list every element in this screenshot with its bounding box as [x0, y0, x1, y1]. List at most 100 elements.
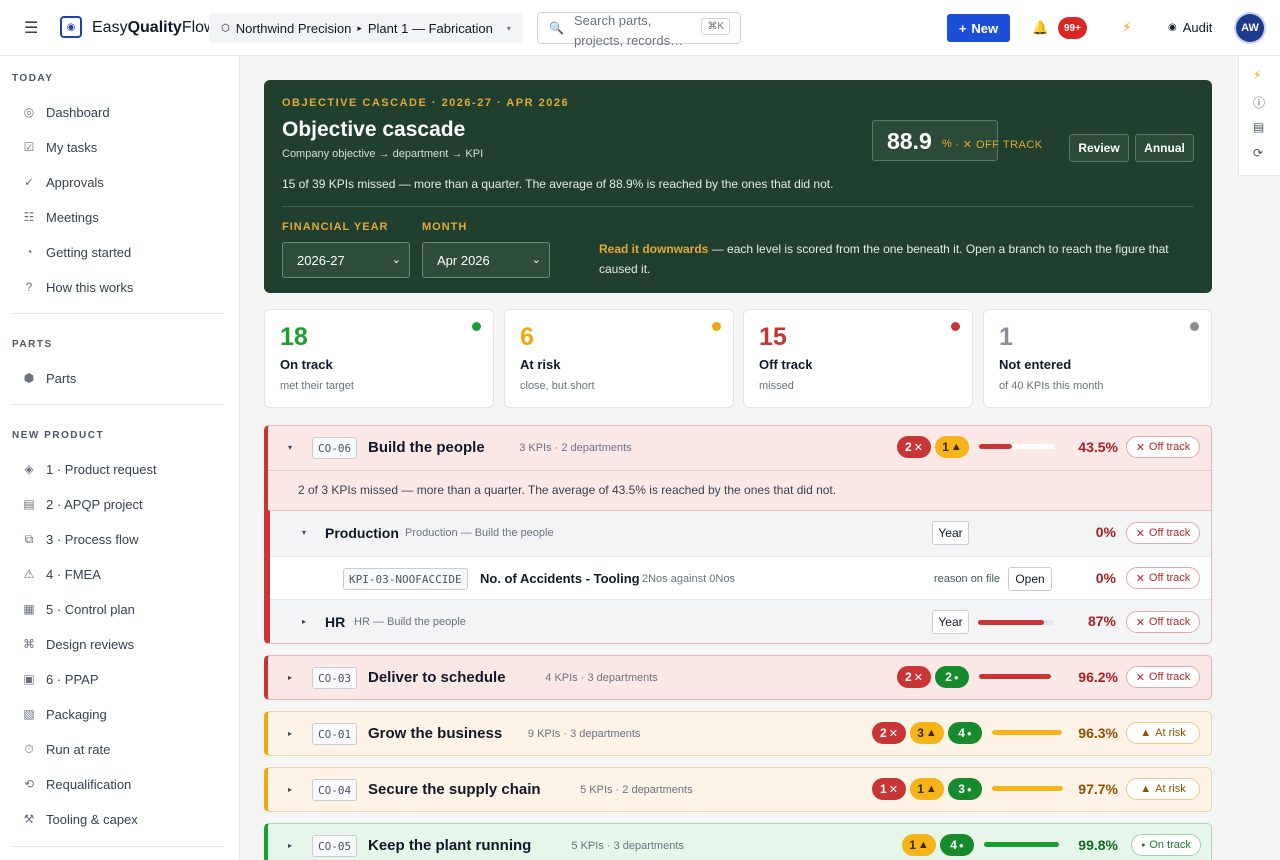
department-percent: 87%	[1087, 613, 1116, 629]
kpi-code: KPI-03-NOOFACCIDE	[343, 568, 468, 590]
summary-card[interactable]: 1 Not entered of 40 KPIs this month	[983, 309, 1212, 408]
search-icon: 🔍	[549, 21, 564, 35]
objective-code: CO-01	[312, 723, 358, 745]
summary-card[interactable]: 6 At risk close, but short	[504, 309, 734, 408]
sidebar-item-4-fmea[interactable]: ⚠ 4 · FMEA	[12, 559, 224, 589]
document-icon[interactable]: ▤	[1253, 120, 1264, 134]
divider	[12, 404, 223, 405]
sidebar-item-packaging[interactable]: ▧ Packaging	[12, 699, 224, 729]
sidebar-item-run-at-rate[interactable]: ⏱ Run at rate	[12, 734, 224, 764]
notification-count-badge[interactable]: 99+	[1058, 17, 1087, 39]
summary-card[interactable]: 18 On track met their target	[264, 309, 494, 408]
sidebar-item-parts[interactable]: ⬢ Parts	[12, 363, 224, 393]
atrisk-count-pill: 3 ▲	[910, 722, 944, 744]
objective-title[interactable]: Secure the supply chain	[368, 781, 541, 798]
department-name[interactable]: Production	[325, 525, 399, 541]
expand-toggle-icon[interactable]: ▾	[288, 443, 292, 452]
kpi-row[interactable]: KPI-03-NOOFACCIDE No. of Accidents - Tool…	[270, 556, 1211, 600]
sidebar-item-my-tasks[interactable]: ☑ My tasks	[12, 132, 224, 162]
lightning-icon[interactable]: ⚡	[1253, 68, 1261, 82]
sidebar-item-label: Approvals	[46, 174, 104, 190]
annual-button[interactable]: Annual	[1135, 134, 1194, 162]
year-button[interactable]: Year	[932, 521, 969, 545]
expand-toggle-icon[interactable]: ▾	[302, 528, 306, 537]
expand-toggle-icon[interactable]: ▸	[302, 617, 306, 626]
kpi-meta: 2Nos against 0Nos	[642, 573, 735, 585]
new-button[interactable]: + New	[947, 14, 1010, 42]
menu-icon[interactable]: ☰	[24, 18, 38, 38]
sidebar-item-1-product-request[interactable]: ◈ 1 · Product request	[12, 454, 224, 484]
expand-toggle-icon[interactable]: ▸	[288, 729, 292, 738]
objective-title[interactable]: Deliver to schedule	[368, 669, 506, 686]
missed-count-pill: 1 ✕	[872, 778, 906, 800]
objective-note: 2 of 3 KPIs missed — more than a quarter…	[298, 483, 837, 497]
status-badge: ● On track	[1131, 834, 1201, 856]
objective-percent: 96.3%	[1078, 725, 1118, 741]
objective-meta: 9 KPIs · 3 departments	[527, 728, 641, 740]
sidebar-item-label: 3 · Process flow	[46, 531, 139, 547]
sidebar-item-2-apqp-project[interactable]: ▤ 2 · APQP project	[12, 489, 224, 519]
sidebar-item-dashboard[interactable]: ◎ Dashboard	[12, 97, 224, 127]
history-icon[interactable]: ⟳	[1253, 146, 1263, 160]
chevron-down-icon: ⌄	[391, 254, 401, 266]
location-icon: ⬡	[221, 22, 230, 34]
divider	[12, 846, 223, 847]
sidebar-item-label: Design reviews	[46, 636, 135, 652]
financial-year-select[interactable]: 2026-27 ⌄	[282, 242, 410, 278]
search-input[interactable]: 🔍 Search parts, projects, records… ⌘K	[537, 12, 741, 48]
department-percent: 0%	[1095, 524, 1116, 540]
progress-bar-fill	[979, 674, 1051, 679]
sidebar-item-getting-started[interactable]: ◔ Getting started	[12, 237, 224, 267]
review-button[interactable]: Review	[1069, 134, 1129, 162]
sidebar-item-label: Requalification	[46, 776, 132, 792]
expand-toggle-icon[interactable]: ▸	[288, 841, 292, 850]
lightning-icon[interactable]: ⚡	[1122, 19, 1132, 36]
sidebar-item-tooling-capex[interactable]: ⚒ Tooling & capex	[12, 804, 224, 834]
sidebar-item-3-process-flow[interactable]: ⧉ 3 · Process flow	[12, 524, 224, 554]
right-rail: ⚡ ⓘ ▤ ⟳	[1238, 56, 1280, 176]
top-bar: ☰ ◉ Easy Quality Flow ⬡ Northwind Precisio…	[0, 0, 1280, 56]
info-icon[interactable]: ⓘ	[1253, 94, 1265, 111]
bell-icon[interactable]: 🔔	[1032, 20, 1048, 36]
kpi-reason: reason on file	[934, 573, 1001, 585]
objective-title[interactable]: Build the people	[368, 439, 485, 456]
department-name[interactable]: HR	[325, 614, 345, 630]
kpi-title[interactable]: No. of Accidents - Tooling	[480, 571, 640, 586]
avatar[interactable]: AW	[1236, 14, 1264, 42]
card-count: 1	[999, 323, 1013, 351]
plant-selector[interactable]: ⬡ Northwind Precision ▸ Plant 1 — Fabric…	[209, 13, 523, 43]
sidebar-item-5-control-plan[interactable]: ▦ 5 · Control plan	[12, 594, 224, 624]
audit-button[interactable]: ◉ Audit	[1168, 20, 1212, 35]
year-button[interactable]: Year	[932, 610, 969, 634]
objective-title[interactable]: Keep the plant running	[368, 837, 531, 854]
sidebar-item-meetings[interactable]: ☷ Meetings	[12, 202, 224, 232]
expand-toggle-icon[interactable]: ▸	[288, 673, 292, 682]
expand-toggle-icon[interactable]: ▸	[288, 785, 292, 794]
sidebar-item-approvals[interactable]: ✓ Approvals	[12, 167, 224, 197]
objective-title[interactable]: Grow the business	[368, 725, 502, 742]
dashboard-icon: ◎	[23, 105, 35, 119]
sidebar-item-design-reviews[interactable]: ⌘ Design reviews	[12, 629, 224, 659]
objective-code: CO-05	[312, 835, 358, 857]
sidebar-item-label: My tasks	[46, 139, 98, 155]
month-label: MONTH	[422, 221, 468, 233]
card-label: Not entered	[999, 357, 1072, 372]
brand-name[interactable]: Easy Quality Flow	[92, 19, 216, 37]
square-icon: ▣	[23, 672, 35, 686]
sidebar-item-6-ppap[interactable]: ▣ 6 · PPAP	[12, 664, 224, 694]
objective-percent: 96.2%	[1078, 669, 1118, 685]
flow-icon: ⧉	[24, 531, 34, 546]
status-badge: ✕ Off track	[1126, 567, 1200, 589]
hexagon-icon: ⬢	[23, 371, 35, 385]
month-select[interactable]: Apr 2026 ⌄	[422, 242, 550, 278]
section-heading: TODAY	[12, 73, 54, 84]
summary-card[interactable]: 15 Off track missed	[743, 309, 973, 408]
sidebar-item-how-this-works[interactable]: ? How this works	[12, 272, 224, 302]
objective-percent: 99.8%	[1078, 837, 1118, 853]
logo-icon: ◉	[60, 16, 82, 38]
sidebar-item-label: How this works	[46, 279, 134, 295]
department-desc: HR — Build the people	[354, 616, 466, 628]
atrisk-count-pill: 1 ▲	[910, 778, 944, 800]
open-button[interactable]: Open	[1008, 567, 1052, 591]
sidebar-item-requalification[interactable]: ⟲ Requalification	[12, 769, 224, 799]
